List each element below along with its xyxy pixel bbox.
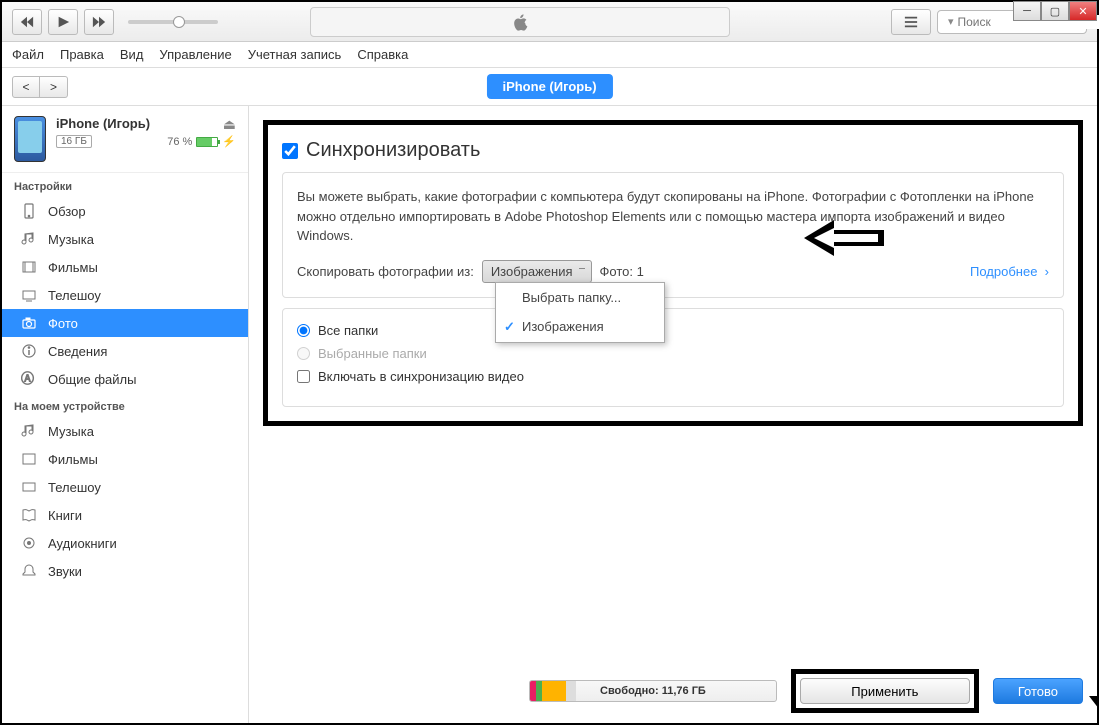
highlight-box: Синхронизировать Вы можете выбрать, каки… [263, 120, 1083, 426]
radio-all-folders[interactable]: Все папки [297, 323, 1049, 338]
annotation-arrow-left [804, 218, 884, 258]
music-icon [20, 230, 38, 248]
play-button[interactable] [48, 9, 78, 35]
sidebar-item-label: Звуки [48, 564, 82, 579]
apply-highlight: Применить [791, 669, 979, 713]
sidebar-item-label: Музыка [48, 424, 94, 439]
checkbox-include-video[interactable]: Включать в синхронизацию видео [297, 369, 1049, 384]
source-dropdown[interactable]: Выбрать папку... Изображения [495, 282, 665, 343]
apps-icon: Ⓐ [20, 370, 38, 388]
footer: Свободно: 11,76 ГБ Применить Готово [529, 669, 1083, 713]
sidebar-item-label: Книги [48, 508, 82, 523]
sidebar-item-label: Аудиокниги [48, 536, 117, 551]
sidebar-item-label: Фильмы [48, 452, 98, 467]
sidebar-item-label: Сведения [48, 344, 107, 359]
copy-from-label: Скопировать фотографии из: [297, 262, 474, 282]
app-menubar: Файл Правка Вид Управление Учетная запис… [2, 42, 1097, 68]
folders-panel: Все папки Выбранные папки Включать в син… [282, 308, 1064, 407]
sidebar-item-info[interactable]: Сведения [2, 337, 248, 365]
done-button[interactable]: Готово [993, 678, 1083, 704]
window-close-button[interactable]: ✕ [1069, 1, 1097, 21]
device-tones[interactable]: Звуки [2, 557, 248, 585]
nav-back-button[interactable]: < [12, 76, 40, 98]
dropdown-images[interactable]: Изображения [496, 312, 664, 342]
info-icon [20, 342, 38, 360]
copy-from-row: Скопировать фотографии из: Изображения Ф… [297, 260, 1049, 284]
free-label: Свободно: 11,76 ГБ [600, 685, 706, 697]
battery-status: 76 % ⚡ [167, 135, 236, 148]
sidebar-item-label: Фильмы [48, 260, 98, 275]
device-thumbnail [14, 116, 46, 162]
menu-view[interactable]: Вид [120, 47, 144, 62]
menu-controls[interactable]: Управление [159, 47, 231, 62]
next-track-button[interactable] [84, 9, 114, 35]
photo-count: Фото: 1 [600, 262, 644, 282]
tab-row: < > iPhone (Игорь) [2, 68, 1097, 106]
device-tvshows[interactable]: Телешоу [2, 473, 248, 501]
sidebar-item-tvshows[interactable]: Телешоу [2, 281, 248, 309]
menu-account[interactable]: Учетная запись [248, 47, 342, 62]
list-view-button[interactable] [891, 9, 931, 35]
sidebar-item-shared-files[interactable]: Ⓐ Общие файлы [2, 365, 248, 393]
window-maximize-button[interactable]: ▢ [1041, 1, 1069, 21]
sidebar-item-music[interactable]: Музыка [2, 225, 248, 253]
camera-icon [20, 314, 38, 332]
content-area: Синхронизировать Вы можете выбрать, каки… [249, 106, 1097, 723]
tv-icon [20, 478, 38, 496]
nav-forward-button[interactable]: > [40, 76, 68, 98]
film-icon [20, 258, 38, 276]
sidebar-item-label: Телешоу [48, 288, 101, 303]
sync-description: Вы можете выбрать, какие фотографии с ко… [297, 187, 1049, 246]
sidebar-item-label: Музыка [48, 232, 94, 247]
annotation-arrow-down [1089, 656, 1097, 723]
film-icon [20, 450, 38, 468]
sidebar-item-label: Обзор [48, 204, 86, 219]
section-settings: Настройки [2, 173, 248, 197]
device-books[interactable]: Книги [2, 501, 248, 529]
book-icon [20, 506, 38, 524]
device-movies[interactable]: Фильмы [2, 445, 248, 473]
device-tab[interactable]: iPhone (Игорь) [486, 74, 612, 99]
sidebar-item-photos[interactable]: Фото [2, 309, 248, 337]
menu-edit[interactable]: Правка [60, 47, 104, 62]
section-on-device: На моем устройстве [2, 393, 248, 417]
storage-badge: 16 ГБ [56, 135, 92, 148]
sync-checkbox[interactable] [282, 143, 298, 159]
svg-text:Ⓐ: Ⓐ [21, 371, 34, 386]
battery-icon [196, 137, 218, 147]
music-icon [20, 422, 38, 440]
apply-button[interactable]: Применить [800, 678, 970, 704]
sync-title-label: Синхронизировать [306, 139, 480, 162]
audiobook-icon [20, 534, 38, 552]
menu-file[interactable]: Файл [12, 47, 44, 62]
menu-help[interactable]: Справка [357, 47, 408, 62]
sidebar: iPhone (Игорь) ⏏ 16 ГБ 76 % ⚡ Настройки … [2, 106, 249, 723]
device-header: iPhone (Игорь) ⏏ 16 ГБ 76 % ⚡ [2, 106, 248, 173]
sidebar-item-movies[interactable]: Фильмы [2, 253, 248, 281]
storage-bar: Свободно: 11,76 ГБ [529, 680, 777, 702]
volume-slider[interactable] [128, 20, 218, 24]
sidebar-item-overview[interactable]: Обзор [2, 197, 248, 225]
sync-heading: Синхронизировать [282, 139, 1064, 162]
device-name: iPhone (Игорь) [56, 116, 150, 131]
source-select[interactable]: Изображения [482, 260, 592, 284]
dropdown-choose-folder[interactable]: Выбрать папку... [496, 283, 664, 313]
device-icon [20, 202, 38, 220]
sidebar-item-label: Телешоу [48, 480, 101, 495]
sidebar-item-label: Фото [48, 316, 78, 331]
bell-icon [20, 562, 38, 580]
prev-track-button[interactable] [12, 9, 42, 35]
more-link[interactable]: Подробнее › [970, 262, 1049, 282]
tv-icon [20, 286, 38, 304]
apple-icon [510, 12, 530, 32]
radio-selected-folders[interactable]: Выбранные папки [297, 346, 1049, 361]
eject-button[interactable]: ⏏ [223, 116, 236, 133]
device-audiobooks[interactable]: Аудиокниги [2, 529, 248, 557]
now-playing-display [310, 7, 730, 37]
device-music[interactable]: Музыка [2, 417, 248, 445]
playback-toolbar: ▾ ─ ▢ ✕ [2, 2, 1097, 42]
sidebar-item-label: Общие файлы [48, 372, 136, 387]
sync-panel: Вы можете выбрать, какие фотографии с ко… [282, 172, 1064, 298]
window-minimize-button[interactable]: ─ [1013, 1, 1041, 21]
